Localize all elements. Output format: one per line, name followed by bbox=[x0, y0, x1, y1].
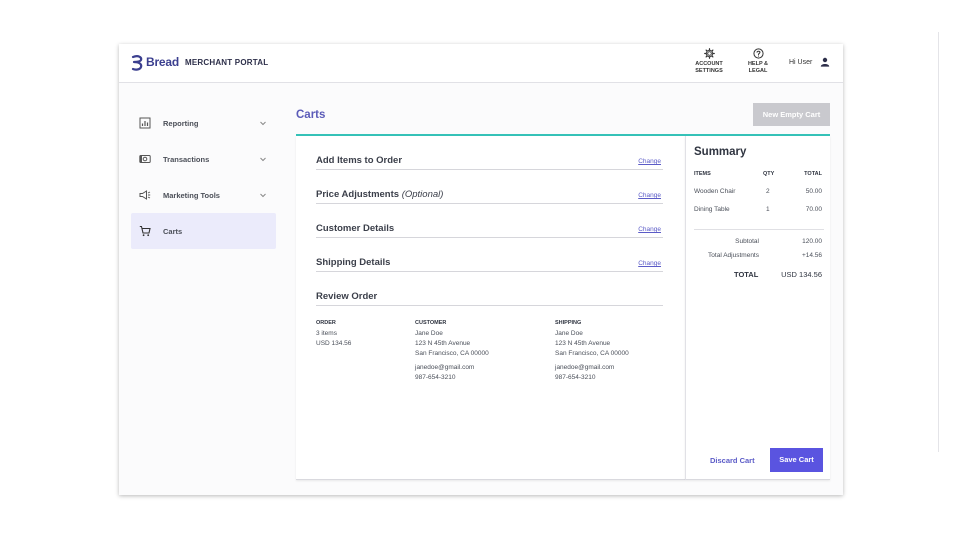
summary-item-total: 70.00 bbox=[805, 206, 822, 213]
total-value: USD 134.56 bbox=[781, 270, 822, 279]
shipping-name: Jane Doe bbox=[555, 330, 583, 337]
sidebar: Reporting Transactions Marketing Tools C… bbox=[119, 84, 285, 495]
help-icon bbox=[752, 48, 764, 59]
section-title: Customer Details bbox=[316, 223, 395, 234]
chart-icon bbox=[139, 117, 151, 129]
section-review-order: Review Order bbox=[316, 288, 663, 306]
column-header: CUSTOMER bbox=[415, 320, 447, 326]
new-empty-cart-button[interactable]: New Empty Cart bbox=[753, 103, 830, 126]
slide-divider bbox=[938, 32, 939, 452]
cart-icon bbox=[139, 225, 151, 237]
subtotal-label: Subtotal bbox=[735, 238, 759, 245]
order-total: USD 134.56 bbox=[316, 340, 352, 347]
account-settings-line1: ACCOUNT bbox=[695, 61, 723, 67]
review-customer-column: CUSTOMER Jane Doe 123 N 45th Avenue San … bbox=[415, 318, 489, 383]
help-legal-button[interactable]: HELP & LEGAL bbox=[743, 48, 773, 75]
adjustments-value: +14.56 bbox=[801, 252, 822, 259]
change-link[interactable]: Change bbox=[638, 226, 661, 233]
summary-item-name: Wooden Chair bbox=[694, 188, 736, 195]
account-settings-line2: SETTINGS bbox=[695, 68, 723, 74]
shipping-phone: 987-654-3210 bbox=[555, 374, 596, 381]
customer-street: 123 N 45th Avenue bbox=[415, 340, 471, 347]
brand-name[interactable]: Bread bbox=[146, 55, 179, 69]
discard-cart-button[interactable]: Discard Cart bbox=[710, 456, 755, 465]
customer-phone: 987-654-3210 bbox=[415, 374, 456, 381]
shipping-street: 123 N 45th Avenue bbox=[555, 340, 611, 347]
summary-item-qty: 2 bbox=[766, 188, 770, 195]
summary-item-total: 50.00 bbox=[805, 188, 822, 195]
shipping-city: San Francisco, CA 00000 bbox=[555, 350, 629, 357]
save-cart-button[interactable]: Save Cart bbox=[770, 448, 823, 472]
user-greeting[interactable]: Hi User bbox=[789, 59, 812, 66]
user-icon[interactable] bbox=[820, 57, 830, 67]
customer-email: janedoe@gmail.com bbox=[415, 364, 475, 371]
column-header: SHIPPING bbox=[555, 320, 582, 326]
cart-form-panel: Add Items to Order Change Price Adjustme… bbox=[296, 136, 685, 480]
summary-panel: Summary ITEMS QTY TOTAL Wooden Chair 2 5… bbox=[685, 136, 830, 480]
section-title: Review Order bbox=[316, 291, 378, 302]
sidebar-item-transactions[interactable]: Transactions bbox=[131, 141, 276, 177]
page-title: Carts bbox=[296, 109, 326, 121]
customer-city: San Francisco, CA 00000 bbox=[415, 350, 489, 357]
order-item-count: 3 items bbox=[316, 330, 337, 337]
bread-logo-icon bbox=[131, 55, 143, 71]
summary-item-qty: 1 bbox=[766, 206, 770, 213]
account-settings-button[interactable]: ACCOUNT SETTINGS bbox=[691, 48, 727, 75]
merchant-portal-window: Bread MERCHANT PORTAL ACCOUNT SETTINGS H… bbox=[119, 44, 843, 495]
change-link[interactable]: Change bbox=[638, 192, 661, 199]
total-column-header: TOTAL bbox=[804, 171, 822, 177]
sidebar-item-marketing-tools[interactable]: Marketing Tools bbox=[131, 177, 276, 213]
summary-divider bbox=[694, 229, 824, 230]
column-header: ORDER bbox=[316, 320, 336, 326]
section-add-items: Add Items to Order Change bbox=[316, 152, 663, 170]
megaphone-icon bbox=[139, 190, 151, 200]
shipping-email: janedoe@gmail.com bbox=[555, 364, 615, 371]
items-column-header: ITEMS bbox=[694, 171, 711, 177]
chevron-down-icon[interactable] bbox=[259, 155, 267, 163]
section-price-adjustments: Price Adjustments (Optional) Change bbox=[316, 186, 663, 204]
chevron-down-icon[interactable] bbox=[259, 191, 267, 199]
subtotal-value: 120.00 bbox=[802, 238, 822, 245]
section-title: Shipping Details bbox=[316, 257, 391, 268]
gear-icon bbox=[703, 48, 715, 59]
customer-name: Jane Doe bbox=[415, 330, 443, 337]
optional-label: (Optional) bbox=[401, 189, 444, 200]
summary-title: Summary bbox=[694, 146, 747, 158]
money-icon bbox=[139, 155, 151, 163]
section-customer-details: Customer Details Change bbox=[316, 220, 663, 238]
change-link[interactable]: Change bbox=[638, 158, 661, 165]
help-legal-line1: HELP & bbox=[747, 61, 769, 67]
sidebar-item-label: Marketing Tools bbox=[163, 191, 220, 200]
qty-column-header: QTY bbox=[763, 171, 775, 177]
chevron-down-icon[interactable] bbox=[259, 119, 267, 127]
sidebar-item-label: Carts bbox=[163, 227, 183, 236]
change-link[interactable]: Change bbox=[638, 260, 661, 267]
sidebar-item-label: Reporting bbox=[163, 119, 199, 128]
summary-item-name: Dining Table bbox=[694, 206, 730, 213]
help-legal-line2: LEGAL bbox=[748, 68, 768, 74]
review-order-column: ORDER 3 items USD 134.56 bbox=[316, 318, 351, 349]
sidebar-item-reporting[interactable]: Reporting bbox=[131, 105, 276, 141]
sidebar-item-label: Transactions bbox=[163, 155, 210, 164]
adjustments-label: Total Adjustments bbox=[708, 252, 759, 259]
top-bar: Bread MERCHANT PORTAL ACCOUNT SETTINGS H… bbox=[119, 44, 843, 83]
section-title: Price Adjustments (Optional) bbox=[316, 189, 444, 200]
total-label: TOTAL bbox=[734, 270, 759, 279]
review-shipping-column: SHIPPING Jane Doe 123 N 45th Avenue San … bbox=[555, 318, 629, 383]
sidebar-item-carts[interactable]: Carts bbox=[131, 213, 276, 249]
section-title: Add Items to Order bbox=[316, 155, 403, 166]
section-shipping-details: Shipping Details Change bbox=[316, 254, 663, 272]
portal-name: MERCHANT PORTAL bbox=[185, 58, 269, 67]
